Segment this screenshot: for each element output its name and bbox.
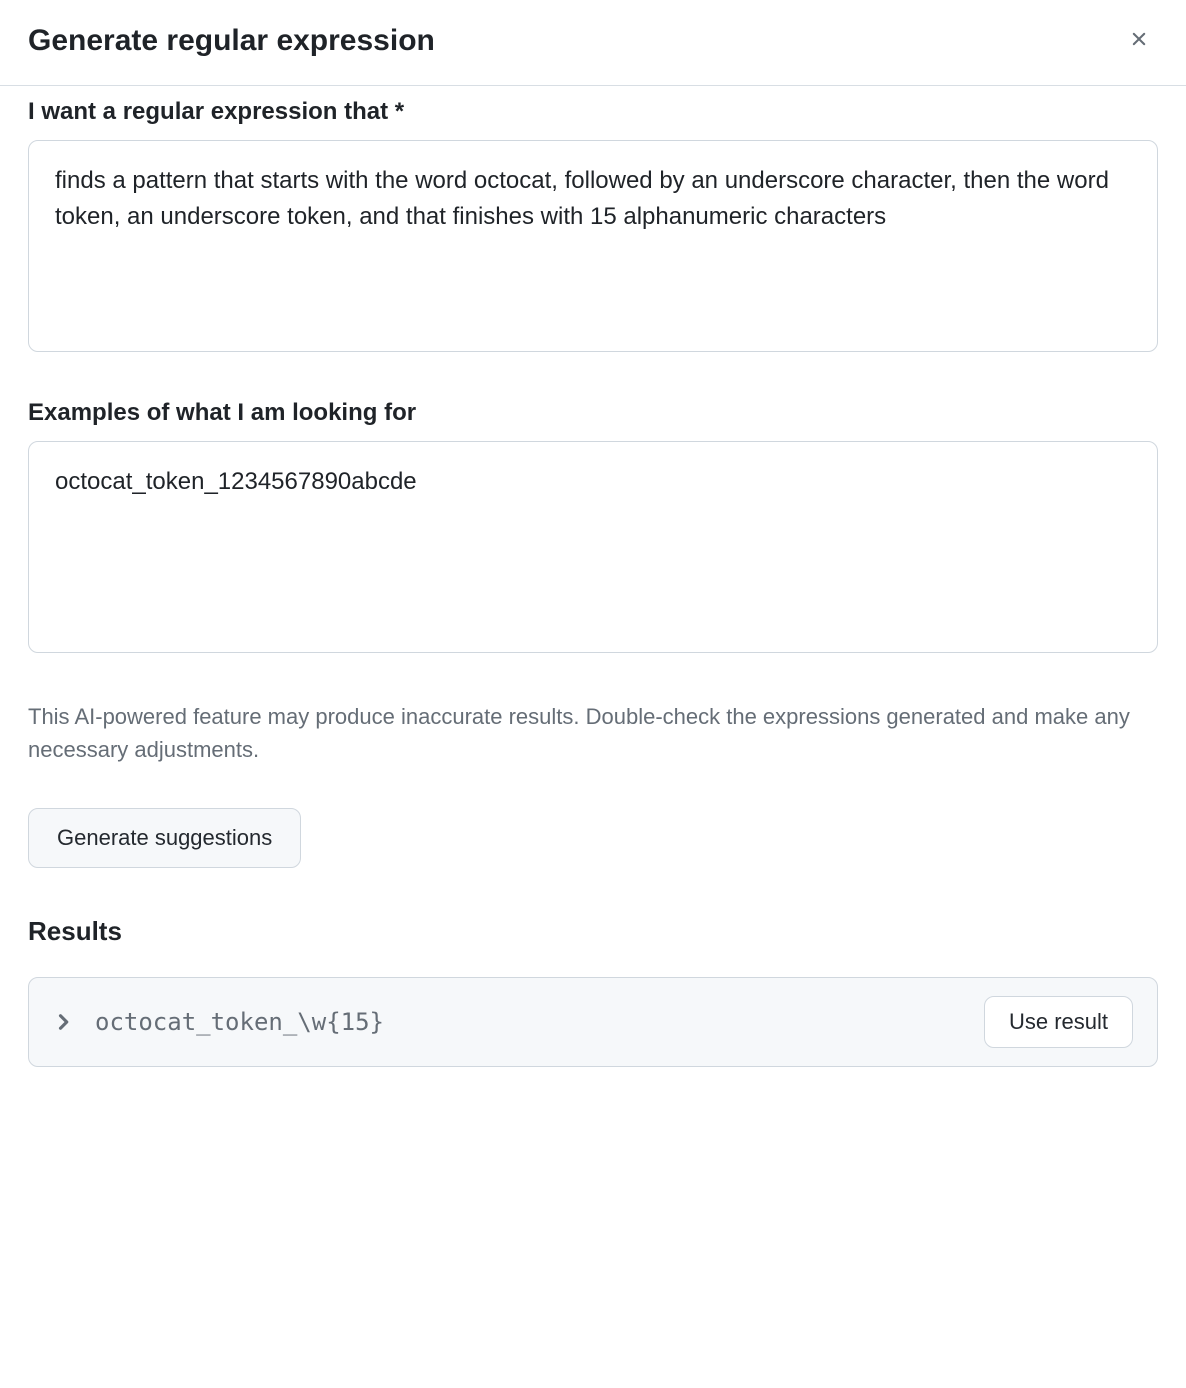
chevron-right-icon[interactable]	[53, 1012, 73, 1032]
generate-suggestions-button[interactable]: Generate suggestions	[28, 808, 301, 868]
disclaimer-text: This AI-powered feature may produce inac…	[28, 700, 1158, 766]
dialog-title: Generate regular expression	[28, 24, 435, 58]
examples-field-group: Examples of what I am looking for	[28, 399, 1158, 658]
results-heading: Results	[28, 916, 1158, 947]
result-left: octocat_token_\w{15}	[53, 1008, 384, 1036]
examples-label: Examples of what I am looking for	[28, 399, 1158, 427]
dialog-body: I want a regular expression that * Examp…	[0, 86, 1186, 1095]
close-button[interactable]	[1120, 20, 1158, 61]
result-row: octocat_token_\w{15} Use result	[28, 977, 1158, 1067]
result-pattern: octocat_token_\w{15}	[95, 1008, 384, 1036]
use-result-button[interactable]: Use result	[984, 996, 1133, 1048]
examples-textarea[interactable]	[28, 441, 1158, 653]
description-field-group: I want a regular expression that *	[28, 98, 1158, 357]
description-label: I want a regular expression that *	[28, 98, 1158, 126]
description-textarea[interactable]	[28, 140, 1158, 352]
dialog-header: Generate regular expression	[0, 0, 1186, 86]
close-icon	[1128, 28, 1150, 53]
